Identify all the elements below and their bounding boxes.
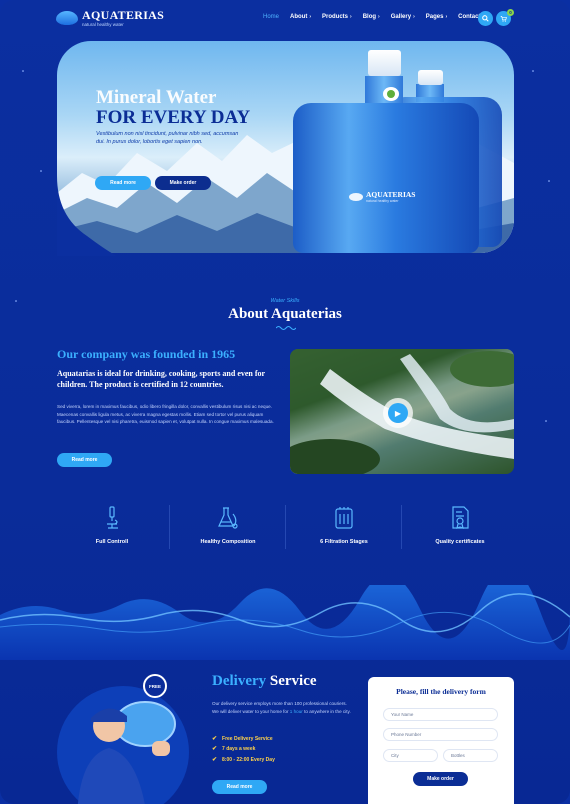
- bottle-cap: [418, 70, 443, 85]
- form-title: Please, fill the delivery form: [396, 687, 486, 696]
- about-lead: Aquatarias is ideal for drinking, cookin…: [57, 369, 265, 389]
- hero-title-line1: Mineral Water: [96, 87, 217, 108]
- chevron-right-icon: ›: [413, 14, 415, 20]
- nav-item-blog[interactable]: Blog ›: [363, 14, 380, 20]
- bottle-label-subtitle: natural healthy water: [366, 199, 399, 203]
- nav-item-pages[interactable]: Pages ›: [426, 14, 447, 20]
- about-body: Sed viverra, lorem in maximus faucibus, …: [57, 404, 274, 425]
- delivery-title-accent: Delivery: [212, 673, 267, 689]
- delivery-check-item: ✔ 8:00 - 22:00 Every Day: [212, 756, 275, 764]
- make-order-button[interactable]: Make order: [413, 772, 468, 786]
- hero-make-order-button[interactable]: Make order: [155, 176, 211, 190]
- play-icon: ▶: [388, 403, 408, 423]
- feature-full-controll: Full Controll: [54, 505, 170, 555]
- about-title: About Aquaterias: [228, 306, 342, 322]
- check-icon: ✔: [212, 736, 218, 742]
- delivery-body-highlight: 1 hour: [289, 708, 303, 714]
- cart-count-badge: 0: [507, 9, 514, 16]
- courier-image-circle: [57, 686, 189, 804]
- drop-logo-icon: [56, 11, 78, 25]
- bottles-field[interactable]: Bottles: [443, 749, 498, 762]
- nav-label: Gallery: [390, 14, 412, 20]
- nav-label: Pages: [425, 14, 444, 20]
- logo-subtitle: natural healthy water: [82, 22, 124, 27]
- hero-description: Vestibulum non nisl tincidunt, pulvinar …: [96, 131, 239, 145]
- about-kicker: Water Skills: [270, 298, 300, 304]
- delivery-body: Our delivery service employs more than 1…: [212, 700, 352, 715]
- feature-filtration-stages: 6 Filtration Stages: [286, 505, 402, 555]
- bottle-label: AQUATERIAS natural healthy water: [349, 190, 415, 203]
- feature-healthy-composition: Healthy Composition: [170, 505, 286, 555]
- check-label: 8:00 - 22:00 Every Day: [222, 756, 275, 763]
- search-button[interactable]: [478, 11, 493, 26]
- water-bottle-front: AQUATERIAS natural healthy water: [293, 87, 479, 253]
- bottle-cap: [368, 50, 401, 76]
- delivery-body-text: to anywhere in the city.: [304, 708, 351, 714]
- chevron-right-icon: ›: [378, 14, 380, 20]
- chevron-right-icon: ›: [445, 14, 448, 20]
- check-icon: ✔: [212, 746, 218, 752]
- drop-logo-icon: [349, 192, 363, 201]
- bottle-seal: [383, 87, 399, 101]
- leaf-icon: [387, 90, 395, 98]
- nav-item-gallery[interactable]: Gallery ›: [391, 14, 415, 20]
- search-icon: [482, 15, 489, 22]
- check-label: 7 days a week: [222, 745, 256, 752]
- nav-label: About: [290, 14, 308, 20]
- bottle-label-title: AQUATERIAS: [366, 190, 416, 199]
- delivery-title-rest: Service: [269, 673, 317, 689]
- about-read-more-button[interactable]: Read more: [57, 453, 112, 467]
- name-field[interactable]: Your Name: [383, 708, 498, 721]
- check-label: Free Delivery Service: [222, 735, 273, 742]
- delivery-read-more-button[interactable]: Read more: [212, 780, 267, 794]
- decor-dot: [40, 170, 42, 172]
- logo[interactable]: AQUATERIAS natural healthy water: [56, 9, 164, 27]
- play-button[interactable]: ▶: [383, 398, 413, 428]
- hero-title: Mineral Water FOR EVERY DAY: [96, 88, 250, 128]
- delivery-form: Please, fill the delivery form Your Name…: [368, 677, 514, 804]
- decor-dot: [548, 180, 550, 182]
- feature-label: Quality certificates: [435, 539, 485, 545]
- flask-icon: [218, 507, 238, 529]
- about-heading: Our company was founded in 1965: [57, 347, 236, 361]
- decor-dot: [22, 70, 24, 72]
- free-badge: FREE: [143, 674, 167, 698]
- water-splash-image: [0, 585, 570, 660]
- delivery-title: Delivery Service: [212, 673, 317, 690]
- nav-item-about[interactable]: About ›: [290, 14, 311, 20]
- decor-dot: [532, 70, 534, 72]
- hero-corner-cut: [57, 176, 117, 256]
- chevron-right-icon: ›: [309, 14, 312, 20]
- page: AQUATERIAS natural healthy water Home Ab…: [0, 0, 570, 804]
- nav-item-home[interactable]: Home: [263, 14, 279, 20]
- microscope-icon: [107, 506, 118, 529]
- nav-label: Home: [263, 14, 280, 20]
- hero-banner: Mineral Water FOR EVERY DAY Vestibulum n…: [57, 41, 514, 253]
- nav-label: Products: [322, 14, 349, 20]
- chevron-right-icon: ›: [350, 14, 352, 20]
- hero-title-line2: FOR EVERY DAY: [96, 107, 251, 128]
- filter-icon: [335, 507, 353, 529]
- site-header: AQUATERIAS natural healthy water Home Ab…: [0, 0, 570, 38]
- delivery-check-item: ✔ 7 days a week: [212, 745, 256, 753]
- cart-icon: [500, 16, 507, 22]
- delivery-check-item: ✔ Free Delivery Service: [212, 735, 273, 743]
- phone-field[interactable]: Phone Number: [383, 728, 498, 741]
- check-icon: ✔: [212, 757, 218, 763]
- feature-label: 6 Filtration Stages: [320, 539, 368, 545]
- courier-image: [77, 701, 176, 804]
- feature-label: Healthy Composition: [200, 539, 256, 545]
- feature-quality-certificates: Quality certificates: [402, 505, 518, 555]
- city-field[interactable]: City: [383, 749, 438, 762]
- certificate-icon: [452, 506, 469, 529]
- logo-title: AQUATERIAS: [82, 8, 165, 22]
- nav-item-products[interactable]: Products ›: [322, 14, 352, 20]
- decor-dot: [545, 420, 547, 422]
- main-nav: Home About › Products › Blog › Gallery › Pag…: [263, 14, 495, 20]
- nav-label: Blog: [362, 14, 377, 20]
- wave-divider-icon: [276, 326, 296, 330]
- cart-button[interactable]: 0: [496, 9, 514, 26]
- feature-label: Full Controll: [95, 539, 129, 545]
